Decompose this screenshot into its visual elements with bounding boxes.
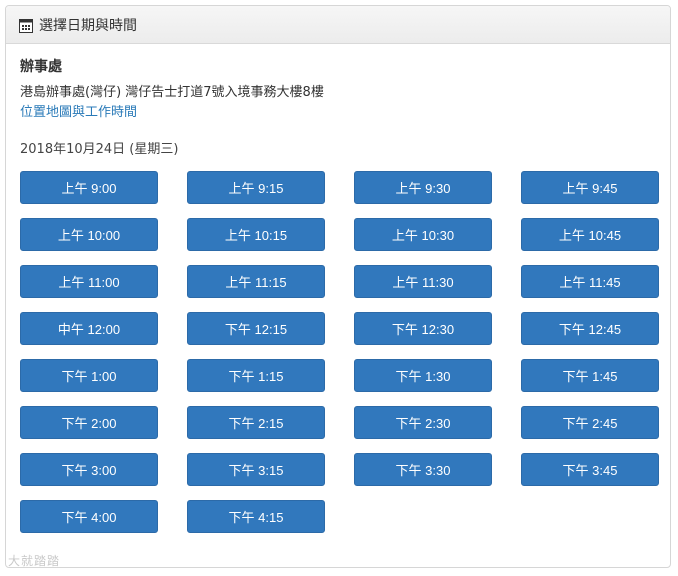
time-slot-button[interactable]: 上午 9:45	[521, 171, 659, 204]
time-slot-button[interactable]: 上午 9:15	[187, 171, 325, 204]
time-slot-button[interactable]: 下午 4:15	[187, 500, 325, 533]
time-slot-button[interactable]: 下午 12:45	[521, 312, 659, 345]
location-map-link[interactable]: 位置地圖與工作時間	[20, 104, 137, 121]
panel-title: 選擇日期與時間	[39, 17, 137, 34]
appointment-panel: 選擇日期與時間 辦事處 港島辦事處(灣仔) 灣仔告士打道7號入境事務大樓8樓 位…	[5, 5, 671, 568]
time-slot-button[interactable]: 下午 1:45	[521, 359, 659, 392]
time-slot-button[interactable]: 上午 11:45	[521, 265, 659, 298]
selected-date: 2018年10月24日 (星期三)	[20, 142, 179, 157]
time-slot-button[interactable]: 下午 3:00	[20, 453, 158, 486]
time-slot-button[interactable]: 下午 2:45	[521, 406, 659, 439]
time-slot-button[interactable]: 中午 12:00	[20, 312, 158, 345]
panel-heading: 選擇日期與時間	[6, 6, 670, 44]
time-slot-button[interactable]: 上午 9:30	[354, 171, 492, 204]
time-slot-button[interactable]: 下午 2:00	[20, 406, 158, 439]
time-slot-button[interactable]: 下午 3:30	[354, 453, 492, 486]
time-slot-button[interactable]: 下午 12:30	[354, 312, 492, 345]
panel-body: 辦事處 港島辦事處(灣仔) 灣仔告士打道7號入境事務大樓8樓 位置地圖與工作時間…	[6, 44, 670, 533]
time-slot-button[interactable]: 上午 10:45	[521, 218, 659, 251]
calendar-icon	[19, 18, 33, 33]
time-slot-button[interactable]: 上午 11:30	[354, 265, 492, 298]
time-slot-button[interactable]: 上午 10:15	[187, 218, 325, 251]
time-slot-button[interactable]: 上午 11:15	[187, 265, 325, 298]
time-slot-button[interactable]: 上午 9:00	[20, 171, 158, 204]
time-slot-button[interactable]: 下午 1:00	[20, 359, 158, 392]
time-slot-button[interactable]: 下午 3:15	[187, 453, 325, 486]
time-slot-button[interactable]: 下午 1:30	[354, 359, 492, 392]
time-slot-button[interactable]: 上午 10:30	[354, 218, 492, 251]
time-slot-button[interactable]: 下午 3:45	[521, 453, 659, 486]
time-slot-button[interactable]: 下午 2:30	[354, 406, 492, 439]
office-address: 港島辦事處(灣仔) 灣仔告士打道7號入境事務大樓8樓	[20, 85, 324, 100]
time-slot-button[interactable]: 下午 2:15	[187, 406, 325, 439]
time-slot-button[interactable]: 下午 12:15	[187, 312, 325, 345]
time-slot-grid: 上午 9:00 上午 9:15 上午 9:30 上午 9:45 上午 10:00 上午 1…	[20, 171, 659, 533]
time-slot-button[interactable]: 上午 11:00	[20, 265, 158, 298]
time-slot-button[interactable]: 下午 1:15	[187, 359, 325, 392]
time-slot-button[interactable]: 下午 4:00	[20, 500, 158, 533]
office-title: 辦事處	[20, 59, 62, 75]
time-slot-button[interactable]: 上午 10:00	[20, 218, 158, 251]
watermark: 大就踏踏	[8, 554, 61, 568]
